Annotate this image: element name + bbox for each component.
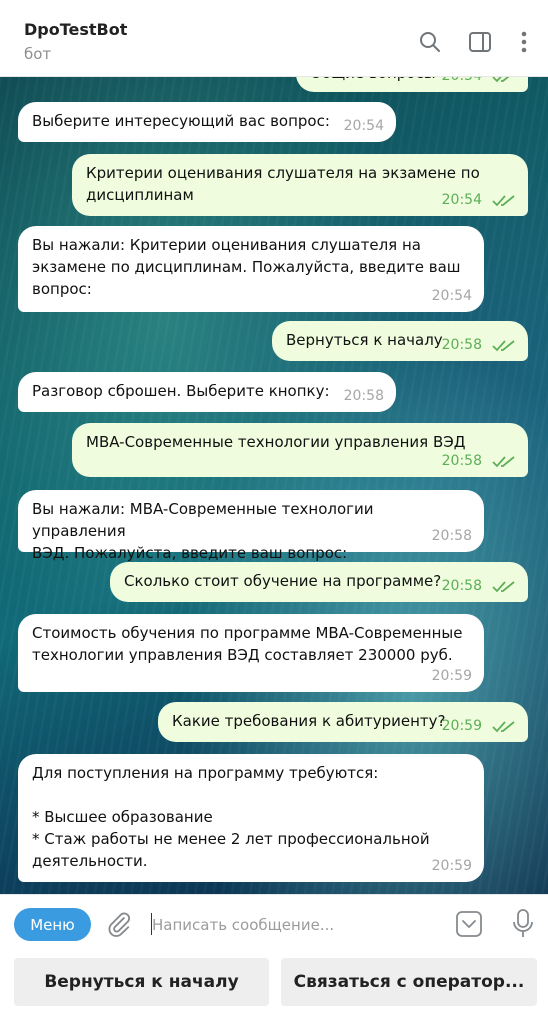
message-outgoing[interactable]: Какие требования к абитуриенту? 20:59	[158, 702, 528, 742]
message-outgoing[interactable]: Сколько стоит обучение на программе? 20:…	[110, 562, 528, 602]
message-outgoing[interactable]: MBA-Современные технологии управления ВЭ…	[72, 423, 528, 477]
message-outgoing[interactable]: Общие вопросы 20:54	[296, 76, 528, 92]
keyboard-button-restart[interactable]: Вернуться к началу	[14, 958, 269, 1006]
sidebar-toggle-icon[interactable]	[468, 30, 492, 54]
message-time: 20:59	[431, 668, 472, 684]
read-ticks-icon	[492, 581, 515, 593]
bot-menu-button[interactable]: Меню	[14, 908, 91, 941]
message-time: 20:58	[343, 388, 384, 404]
message-incoming[interactable]: Вы нажали: MBA-Современные технологии уп…	[18, 490, 484, 562]
message-time: 20:54	[343, 118, 384, 134]
chat-title[interactable]: DpoTestBot	[24, 20, 127, 39]
message-outgoing[interactable]: Критерии оценивания слушателя на экзамен…	[72, 154, 528, 216]
attach-icon[interactable]	[106, 911, 132, 937]
message-incoming[interactable]: Выберите интересующий вас вопрос: 20:54	[18, 102, 396, 142]
message-text: Стоимость обучения по программе MBA-Совр…	[32, 624, 463, 664]
message-incoming[interactable]: Стоимость обучения по программе MBA-Совр…	[18, 614, 484, 692]
message-time: 20:59	[441, 718, 482, 734]
read-ticks-icon	[492, 340, 515, 352]
search-icon[interactable]	[418, 30, 442, 54]
message-outgoing[interactable]: Вернуться к началу 20:58	[272, 321, 528, 361]
read-ticks-icon	[492, 721, 515, 733]
message-time: 20:58	[441, 337, 482, 353]
message-text: Вы нажали: Критерии оценивания слушателя…	[32, 236, 461, 298]
message-incoming[interactable]: Для поступления на программу требуются: …	[18, 754, 484, 882]
message-composer: Меню	[0, 894, 548, 953]
message-text: Разговор сброшен. Выберите кнопку:	[32, 382, 330, 400]
read-ticks-icon	[492, 456, 515, 468]
chat-subtitle: бот	[24, 45, 52, 63]
microphone-icon[interactable]	[511, 908, 535, 940]
more-menu-icon[interactable]	[512, 30, 536, 54]
bot-keyboard-icon[interactable]	[455, 910, 483, 938]
message-time: 20:58	[441, 578, 482, 594]
read-ticks-icon	[492, 195, 515, 207]
message-list[interactable]: Общие вопросы 20:54 Выберите интересующи…	[0, 76, 548, 894]
message-text: Выберите интересующий вас вопрос:	[32, 112, 330, 130]
message-time: 20:54	[431, 288, 472, 304]
message-text: Вы нажали: MBA-Современные технологии уп…	[32, 500, 374, 562]
message-time: 20:58	[431, 528, 472, 544]
message-time: 20:54	[441, 192, 482, 208]
chat-header: DpoTestBot бот	[0, 0, 548, 77]
message-time: 20:58	[441, 453, 482, 469]
message-text: Общие вопросы	[310, 76, 514, 84]
message-incoming[interactable]: Вы нажали: Критерии оценивания слушателя…	[18, 226, 484, 312]
bot-reply-keyboard: Вернуться к началу Связаться с оператор.…	[0, 952, 548, 1012]
message-incoming[interactable]: Разговор сброшен. Выберите кнопку: 20:58	[18, 372, 396, 412]
message-text: Для поступления на программу требуются: …	[32, 764, 430, 870]
message-time: 20:59	[431, 858, 472, 874]
message-input[interactable]	[150, 909, 444, 941]
message-time: 20:54	[441, 76, 482, 84]
read-ticks-icon	[492, 76, 511, 83]
keyboard-button-contact-operator[interactable]: Связаться с оператор...	[281, 958, 537, 1006]
